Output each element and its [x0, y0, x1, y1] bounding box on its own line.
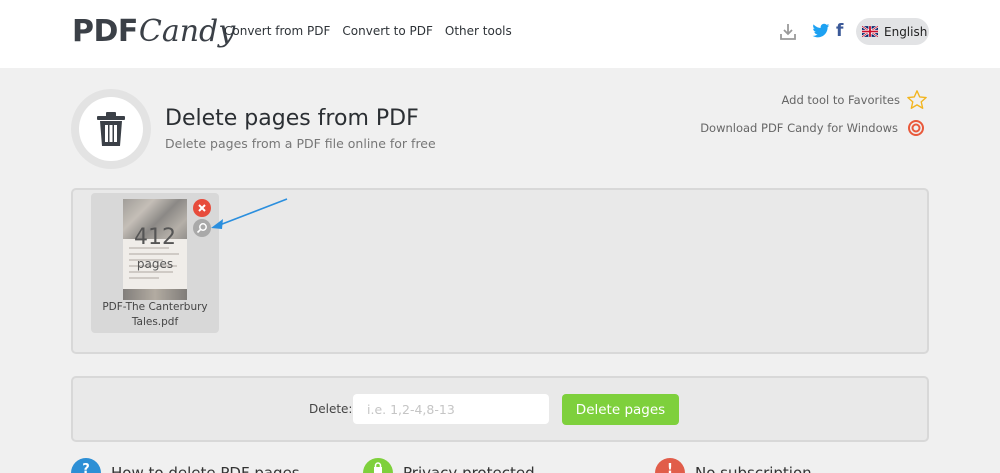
feature-how-to[interactable]: ? How to delete PDF pages [71, 458, 300, 473]
page-count-label: pages [136, 257, 174, 271]
download-icon[interactable] [778, 22, 798, 42]
twitter-icon[interactable] [812, 23, 830, 39]
feature-label: Privacy protected [403, 464, 535, 473]
nav-convert-from-pdf[interactable]: Convert from PDF [224, 24, 330, 38]
download-windows-label: Download PDF Candy for Windows [700, 121, 898, 135]
info-icon: ! [655, 458, 685, 473]
lock-icon [363, 458, 393, 473]
language-label: English [884, 24, 928, 39]
add-to-favorites-label: Add tool to Favorites [781, 93, 901, 107]
logo-text-candy: Candy [138, 14, 236, 49]
annotation-arrow [211, 198, 288, 229]
feature-label: How to delete PDF pages [111, 464, 300, 473]
pages-to-delete-input[interactable] [353, 394, 549, 424]
candy-spiral-icon [908, 120, 924, 136]
pdfcandy-logo[interactable]: PDF Candy [72, 10, 235, 58]
question-icon: ? [71, 458, 101, 473]
download-windows-link[interactable]: Download PDF Candy for Windows [700, 120, 924, 136]
page-subtitle: Delete pages from a PDF file online for … [165, 136, 436, 151]
add-to-favorites-link[interactable]: Add tool to Favorites [782, 89, 929, 111]
facebook-icon[interactable]: f [836, 22, 848, 40]
page-title: Delete pages from PDF [165, 106, 419, 131]
delete-label: Delete: [309, 402, 353, 416]
nav-convert-to-pdf[interactable]: Convert to PDF [342, 24, 433, 38]
logo-text-pdf: PDF [72, 14, 138, 49]
page-count: 412 [134, 225, 176, 250]
feature-privacy: Privacy protected [363, 458, 535, 473]
tool-icon-badge [71, 89, 151, 169]
uk-flag-icon [862, 26, 878, 37]
nav-other-tools[interactable]: Other tools [445, 24, 512, 38]
file-name: PDF-The Canterbury Tales.pdf [102, 301, 208, 328]
feature-label: No subscription [695, 464, 812, 473]
file-thumbnail: 412 pages [123, 199, 187, 300]
trash-icon [97, 112, 125, 146]
main-nav: Convert from PDF Convert to PDF Other to… [224, 24, 512, 38]
delete-pages-button[interactable]: Delete pages [562, 394, 679, 425]
feature-no-subscription: ! No subscription [655, 458, 812, 473]
star-icon [907, 90, 927, 109]
language-selector[interactable]: English [856, 18, 929, 45]
